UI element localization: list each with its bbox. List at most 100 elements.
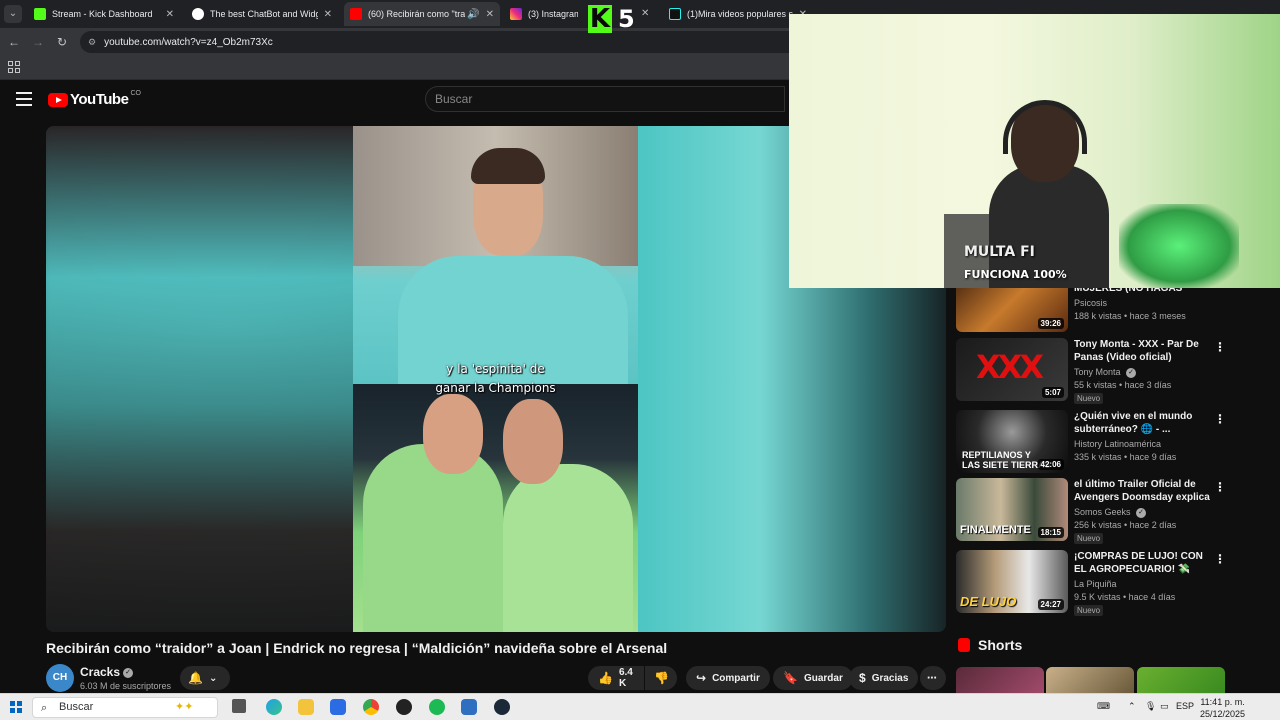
steam-icon[interactable]	[494, 699, 510, 715]
short-thumbnail[interactable]	[956, 667, 1044, 693]
video-blur-left	[46, 126, 356, 632]
thumbs-up-icon: 👍	[598, 671, 613, 685]
file-explorer-icon[interactable]	[298, 699, 314, 715]
channel-avatar[interactable]: CH	[46, 664, 74, 692]
tab-kick-dashboard[interactable]: Stream - Kick Dashboard ✕	[28, 2, 180, 26]
store-icon[interactable]	[330, 699, 346, 715]
kick-logo-icon: K	[588, 4, 612, 34]
thumbs-down-icon: 👎	[654, 671, 669, 685]
verified-icon: ✓	[1126, 367, 1137, 378]
app-icon[interactable]	[461, 699, 477, 715]
webcam-overlay-text: FUNCIONA 100%	[964, 268, 1067, 281]
tab-search-icon[interactable]: ⌄	[4, 5, 22, 23]
microphone-icon[interactable]: 🎙	[1145, 701, 1156, 712]
forward-icon[interactable]: →	[30, 34, 46, 50]
tab-label: Stream - Kick Dashboard	[52, 9, 153, 19]
tab-label: (3) Instagram	[528, 9, 578, 19]
dislike-button[interactable]: 👎	[645, 666, 677, 690]
site-info-icon[interactable]: ⚙	[88, 37, 96, 48]
kick-icon	[34, 8, 46, 20]
speaker-icon[interactable]: 🔊	[467, 9, 479, 20]
tab-youtube-video[interactable]: (60) Recibirán como "traido 🔊 ✕	[344, 2, 500, 26]
video-meta: 335 k vistas • hace 9 días	[1074, 452, 1177, 462]
spotify-icon[interactable]	[429, 699, 445, 715]
subscribe-bell-button[interactable]: 🔔 ⌄	[180, 666, 230, 690]
instagram-icon	[510, 8, 522, 20]
menu-icon[interactable]	[16, 92, 32, 106]
verified-icon: ✓	[123, 667, 134, 678]
share-label: Compartir	[712, 672, 760, 684]
save-button[interactable]: 🔖 Guardar	[773, 666, 853, 690]
video-title[interactable]: el último Trailer Oficial de Avengers Do…	[1074, 478, 1212, 504]
thanks-button[interactable]: $ Gracias	[849, 666, 919, 690]
youtube-icon	[350, 8, 362, 20]
language-indicator[interactable]: ESP	[1176, 701, 1194, 711]
task-view-icon[interactable]	[232, 699, 246, 713]
tab-chatbot[interactable]: The best ChatBot and Widgets ✕	[186, 2, 338, 26]
reload-icon[interactable]: ↻	[54, 34, 70, 50]
clock-date: 25/12/2025	[1200, 709, 1246, 719]
search-icon: ⌕	[41, 702, 48, 714]
channel-name[interactable]: Somos Geeks ✓	[1074, 507, 1147, 518]
chevron-up-icon[interactable]: ⌃	[1128, 701, 1136, 712]
network-icon[interactable]: ▭	[1160, 701, 1169, 712]
back-icon[interactable]: ←	[6, 34, 22, 50]
edge-icon[interactable]	[266, 699, 282, 715]
video-thumbnail[interactable]: REPTILIANOS Y LAS SIETE TIERRAS 42:06	[956, 410, 1068, 473]
subscriber-count: 6.03 M de suscriptores	[80, 681, 172, 691]
short-thumbnail[interactable]	[1046, 667, 1134, 693]
channel-name[interactable]: La Piquiña	[1074, 579, 1117, 589]
recommendation-item[interactable]: REPTILIANOS Y LAS SIETE TIERRAS 42:06 ¿Qu…	[956, 410, 1226, 474]
video-title[interactable]: ¿Quién vive en el mundo subterráneo? 🌐 -…	[1074, 410, 1212, 436]
more-options-icon[interactable]: ⋮	[1214, 412, 1226, 426]
video-caption-line1: y la 'espinita' de	[446, 362, 545, 376]
verified-icon: ✓	[1136, 507, 1147, 518]
channel-label: Somos Geeks	[1074, 507, 1131, 517]
like-count: 6.4 K	[618, 667, 633, 689]
video-title: Recibirán como “traidor” a Joan | Endric…	[46, 640, 668, 656]
more-options-icon[interactable]: ⋮	[1214, 340, 1226, 354]
recommendation-item[interactable]: DE LUJO 24:27 ¡COMPRAS DE LUJO! CON EL A…	[956, 550, 1226, 616]
obs-icon[interactable]	[396, 699, 412, 715]
keyboard-icon[interactable]: ⌨	[1097, 701, 1110, 712]
highlights-icon: ✦✦	[175, 701, 194, 713]
taskbar-clock[interactable]: 11:41 p. m. 25/12/2025	[1200, 696, 1245, 720]
video-title[interactable]: Tony Monta - XXX - Par De Panas (Video o…	[1074, 338, 1212, 364]
video-thumbnail[interactable]: DE LUJO 24:27	[956, 550, 1068, 613]
channel-name[interactable]: History Latinoamérica	[1074, 439, 1161, 449]
shorts-label: Shorts	[978, 637, 1023, 653]
windows-taskbar: ⌕ Buscar ✦✦ ⌨ ⌃ 🎙 ▭ ESP 11:41 p. m. 25/1…	[0, 693, 1280, 720]
recommendation-item[interactable]: FINALMENTE 18:15 el último Trailer Ofici…	[956, 478, 1226, 544]
taskbar-search[interactable]: ⌕ Buscar ✦✦	[32, 697, 218, 718]
tab-label: (60) Recibirán como "traido	[368, 9, 466, 19]
tab-close-icon[interactable]: ✕	[486, 9, 494, 20]
chrome-icon[interactable]	[363, 699, 379, 715]
headset-icon	[1003, 100, 1087, 154]
recommendation-item[interactable]: XXX 5:07 Tony Monta - XXX - Par De Panas…	[956, 338, 1226, 404]
windows-start-icon[interactable]	[10, 701, 22, 713]
channel-name[interactable]: Tony Monta ✓	[1074, 367, 1137, 378]
share-button[interactable]: ↪ Compartir	[686, 666, 770, 690]
video-thumbnail[interactable]: XXX 5:07	[956, 338, 1068, 401]
tab-close-icon[interactable]: ✕	[324, 9, 332, 20]
short-thumbnail[interactable]	[1137, 667, 1225, 693]
youtube-logo[interactable]: YouTube CO	[48, 90, 141, 108]
video-title[interactable]: ¡COMPRAS DE LUJO! CON EL AGROPECUARIO! 💸	[1074, 550, 1212, 576]
more-options-icon[interactable]: ⋮	[1214, 552, 1226, 566]
more-options-icon[interactable]: ⋮	[1214, 480, 1226, 494]
tab-close-icon[interactable]: ✕	[641, 8, 649, 19]
video-frame: y la 'espinita' de ganar la Champions	[353, 126, 638, 632]
video-duration: 24:27	[1037, 599, 1064, 610]
tab-close-icon[interactable]: ✕	[166, 9, 174, 20]
channel-name[interactable]: Cracks ✓	[80, 665, 134, 679]
apps-grid-icon[interactable]	[8, 61, 20, 73]
address-bar[interactable]: ⚙ youtube.com/watch?v=z4_Ob2m73Xc	[80, 31, 800, 53]
video-thumbnail[interactable]: FINALMENTE 18:15	[956, 478, 1068, 541]
bookmark-icon: 🔖	[783, 671, 798, 685]
streamer-webcam-overlay: MULTA FI FUNCIONA 100%	[789, 14, 1280, 288]
search-input[interactable]: Buscar	[425, 86, 785, 112]
tab-instagram[interactable]: (3) Instagram	[504, 2, 584, 26]
like-button[interactable]: 👍 6.4 K	[588, 666, 644, 690]
channel-name[interactable]: Psicosis	[1074, 298, 1107, 308]
more-actions-button[interactable]: ⋯	[920, 666, 946, 690]
